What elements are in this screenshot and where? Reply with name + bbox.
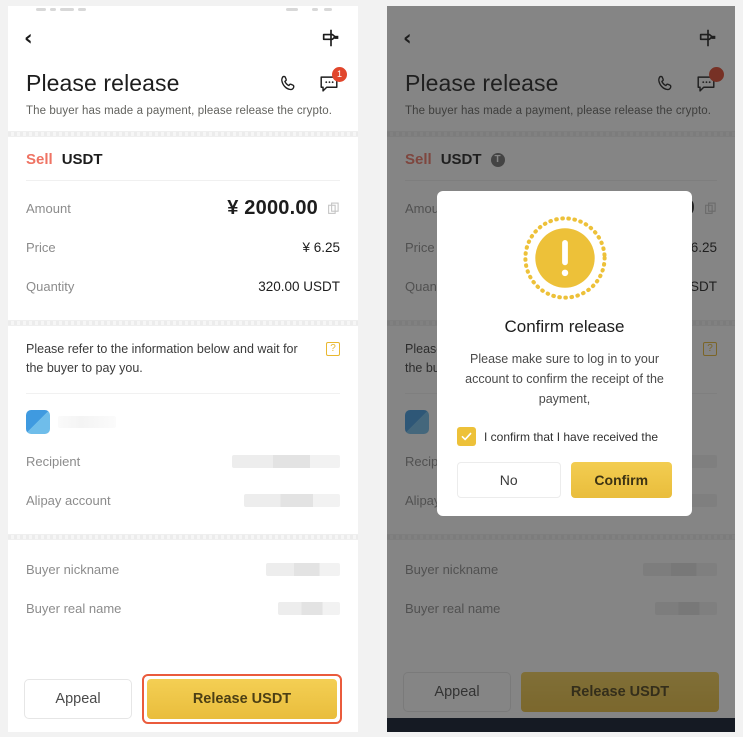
warning-exclamation-icon: [522, 216, 607, 300]
confirmation-checkbox-row[interactable]: I confirm that I have received the: [457, 427, 672, 446]
detail-row-buyer-nickname: Buyer nickname: [26, 550, 340, 589]
masked-value: [232, 454, 340, 468]
home-indicator-bar: [387, 718, 735, 732]
detail-value: ¥ 2000.00: [227, 197, 340, 220]
payment-details: Recipient Alipay account: [8, 436, 358, 534]
alipay-logo: [26, 409, 50, 434]
detail-row-amount: Amount ¥ 2000.00: [26, 189, 340, 228]
detail-row-buyer-real-name: Buyer real name: [26, 589, 340, 628]
status-bar: [8, 6, 358, 16]
payment-note-block: Please refer to the information below an…: [8, 326, 358, 394]
chat-bubble-icon[interactable]: 1: [318, 66, 347, 95]
detail-label: Buyer real name: [26, 600, 122, 616]
confirm-checkbox-label: I confirm that I have received the: [484, 429, 659, 444]
phone-panel-left: ‹ Please release 1 The buyer has made a …: [8, 6, 358, 732]
amount-value: ¥ 2000.00: [227, 197, 318, 219]
screenshot-stage: ‹ Please release 1 The buyer has made a …: [0, 0, 743, 737]
detail-label: Recipient: [26, 453, 81, 469]
confirm-button[interactable]: Confirm: [570, 462, 672, 498]
detail-value: ¥ 6.25: [302, 240, 340, 255]
signpost-icon[interactable]: [320, 27, 342, 49]
navigation-bar: ‹: [8, 16, 358, 60]
detail-label: Buyer nickname: [26, 561, 120, 577]
dialog-actions: No Confirm: [457, 462, 672, 498]
detail-label: Quantity: [26, 279, 75, 294]
detail-row-alipay-account: Alipay account: [26, 481, 340, 520]
dialog-message: Please make sure to log in to your accou…: [465, 352, 664, 406]
dialog-title: Confirm release: [504, 317, 625, 336]
payment-method-name-masked: [58, 415, 116, 428]
buyer-details: Buyer nickname Buyer real name: [8, 540, 358, 628]
detail-value: 320.00 USDT: [258, 279, 340, 294]
order-detail-screen: ‹ Please release 1 The buyer has made a …: [8, 6, 358, 732]
detail-label: Amount: [26, 201, 71, 216]
appeal-button[interactable]: Appeal: [24, 679, 132, 719]
masked-value: [266, 562, 340, 576]
order-side-row: Sell USDT: [8, 137, 358, 180]
detail-label: Price: [26, 240, 56, 255]
order-asset-label: USDT: [61, 151, 103, 168]
no-button[interactable]: No: [457, 462, 561, 498]
release-usdt-button[interactable]: Release USDT: [147, 679, 337, 719]
payment-note-text: Please refer to the information below an…: [26, 342, 298, 376]
question-mark-icon[interactable]: ?: [326, 342, 340, 356]
page-title: Please release: [26, 70, 180, 96]
page-subtitle: The buyer has made a payment, please rel…: [26, 105, 333, 117]
masked-value: [244, 493, 340, 507]
confirm-release-dialog: Confirm release Please make sure to log …: [437, 191, 692, 516]
confirm-checkbox[interactable]: [457, 427, 476, 446]
masked-value: [278, 601, 340, 615]
phone-icon[interactable]: [278, 73, 300, 95]
back-chevron-icon[interactable]: ‹: [24, 27, 33, 49]
chat-unread-badge: 1: [332, 66, 347, 82]
release-button-highlight: Release USDT: [142, 674, 342, 724]
phone-panel-right: ‹ Please release: [387, 6, 735, 732]
order-detail-screen-dimmed: ‹ Please release: [387, 6, 735, 732]
order-side-label: Sell: [26, 151, 53, 168]
check-icon: [461, 432, 472, 441]
copy-icon[interactable]: [327, 202, 340, 215]
detail-label: Alipay account: [26, 492, 111, 508]
detail-row-price: Price ¥ 6.25: [26, 228, 340, 267]
page-header: Please release: [8, 60, 358, 131]
payment-method-row: [8, 394, 358, 436]
order-details: Amount ¥ 2000.00 Price ¥ 6.25 Quantity: [8, 181, 358, 320]
action-footer: Appeal Release USDT: [8, 674, 358, 724]
detail-row-quantity: Quantity 320.00 USDT: [26, 267, 340, 306]
header-actions: 1: [278, 66, 347, 95]
detail-row-recipient: Recipient: [26, 442, 340, 481]
